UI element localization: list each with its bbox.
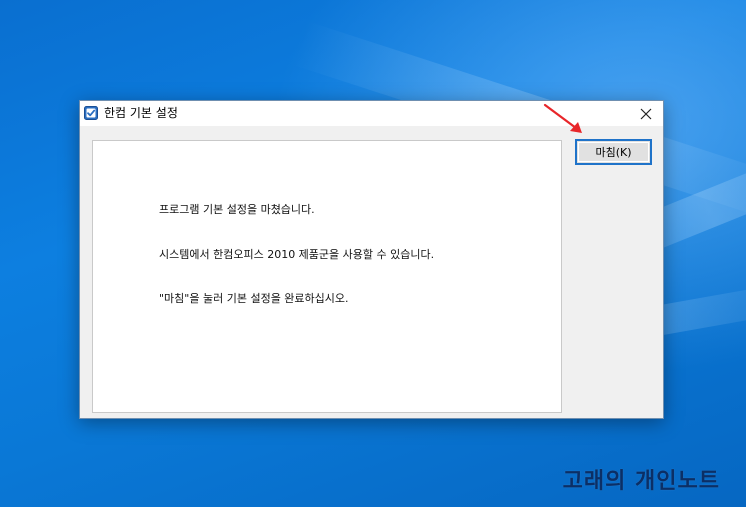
- desktop-background: 한컴 기본 설정 프로그램 기본 설정을 마쳤습니다. 시스템에서 한컴오피스 …: [0, 0, 746, 507]
- window-title: 한컴 기본 설정: [104, 106, 178, 120]
- message-line: 프로그램 기본 설정을 마쳤습니다.: [159, 203, 315, 216]
- finish-button[interactable]: 마침(K): [575, 139, 652, 165]
- finish-button-label: 마침(K): [595, 146, 632, 159]
- message-line: "마침"을 눌러 기본 설정을 완료하십시오.: [159, 292, 349, 305]
- setup-dialog: 한컴 기본 설정 프로그램 기본 설정을 마쳤습니다. 시스템에서 한컴오피스 …: [79, 100, 664, 419]
- checkbox-app-icon: [84, 106, 98, 120]
- close-button[interactable]: [629, 101, 663, 126]
- watermark-text: 고래의 개인노트: [562, 469, 720, 494]
- message-line: 시스템에서 한컴오피스 2010 제품군을 사용할 수 있습니다.: [159, 248, 435, 261]
- close-icon: [640, 108, 652, 119]
- message-panel: 프로그램 기본 설정을 마쳤습니다. 시스템에서 한컴오피스 2010 제품군을…: [92, 140, 562, 413]
- red-arrow-annotation: [543, 103, 582, 133]
